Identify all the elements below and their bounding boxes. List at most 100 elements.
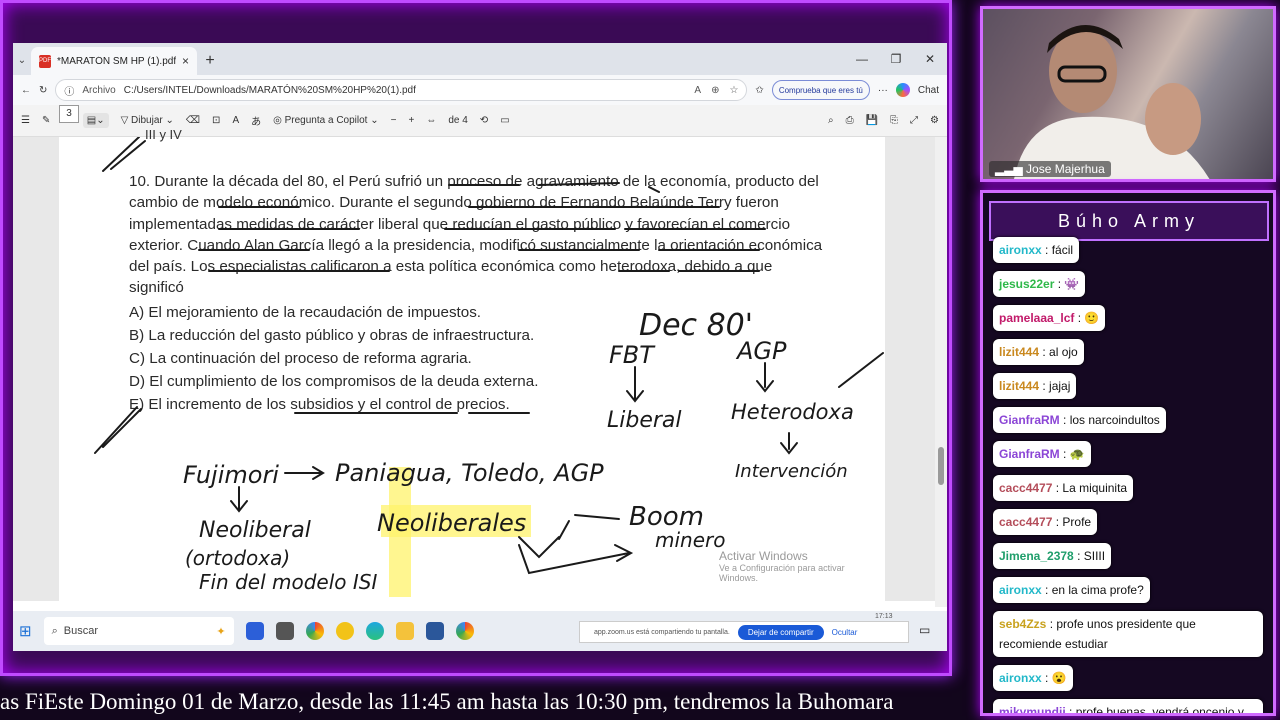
tab-pdf[interactable]: PDF *MARATÓN SM HP (1).pdf × (31, 47, 197, 75)
hw-agp: AGP (735, 337, 787, 365)
chat-username[interactable]: mikymundii (999, 705, 1066, 713)
app-icon-1[interactable] (245, 622, 264, 640)
favorite-icon[interactable]: ☆ (729, 85, 738, 96)
stop-share-button[interactable]: Dejar de compartir (737, 624, 824, 640)
chat-username[interactable]: GianfraRM (999, 447, 1060, 461)
tab-list-icon[interactable]: ⌄ (13, 45, 31, 75)
news-ticker: as FiEste Domingo 01 de Marzo, desde las… (0, 689, 894, 714)
tab-title: *MARATÓN SM HP (1).pdf (57, 55, 176, 67)
page-view-icon[interactable]: ▭ (500, 115, 509, 126)
favorites-icon[interactable]: ✩ (755, 85, 763, 96)
translate-icon[interactable]: あ (251, 113, 261, 128)
browser-tab-bar: ⌄ PDF *MARATÓN SM HP (1).pdf × + — ❐ ✕ (13, 43, 947, 75)
restore-icon[interactable]: ❐ (879, 52, 913, 66)
word-icon[interactable] (425, 622, 444, 640)
hide-button[interactable]: Ocultar (832, 628, 858, 637)
pdf-draw-icon[interactable]: ✎ (42, 115, 50, 126)
hw-ortodoxa: (ortodoxa) (185, 546, 290, 570)
chat-text: : 🙂 (1077, 311, 1100, 325)
profile-label: Comprueba que eres tú (778, 85, 863, 95)
chat-message: aironxx : en la cima profe? (993, 577, 1150, 603)
draw-button[interactable]: ▽ Dibujar ⌄ (121, 115, 174, 126)
zoom-icon[interactable]: ⊕ (711, 85, 719, 96)
chat-message-row: lizit444 : jajaj (993, 373, 1269, 407)
chat-username[interactable]: aironxx (999, 671, 1042, 685)
highlight-icon[interactable]: ▤⌄ (82, 113, 109, 128)
folder-icon[interactable] (395, 622, 414, 640)
settings-icon[interactable]: ⚙ (930, 115, 939, 126)
chat-username[interactable]: GianfraRM (999, 413, 1060, 427)
hw-dec: Dec 80' (639, 308, 753, 343)
chat-username[interactable]: seb4Zzs (999, 617, 1046, 631)
close-window-icon[interactable]: ✕ (913, 52, 947, 66)
refresh-icon[interactable]: ↻ (39, 85, 47, 96)
text-icon[interactable]: A (232, 115, 239, 126)
scrollbar-thumb[interactable] (938, 447, 944, 485)
notification-icon[interactable]: ▭ (919, 623, 930, 637)
chat-message-row: cacc4477 : La miquinita (993, 475, 1269, 509)
url-text[interactable]: C:/Users/INTEL/Downloads/MARATÓN%20SM%20… (124, 85, 416, 96)
chat-title: Búho Army (989, 201, 1269, 241)
text-box-icon[interactable]: ⊡ (212, 115, 220, 126)
chat-username[interactable]: cacc4477 (999, 515, 1052, 529)
expand-icon[interactable]: ⤢ (910, 115, 918, 126)
address-bar[interactable]: ⓘ Archivo C:/Users/INTEL/Downloads/MARAT… (55, 79, 748, 101)
chrome-icon[interactable] (305, 622, 324, 640)
new-tab-button[interactable]: + (197, 47, 223, 75)
zoom-in-icon[interactable]: + (408, 115, 414, 126)
chat-message-row: GianfraRM : los narcoindultos (993, 407, 1269, 441)
page-number-input[interactable]: 3 (59, 105, 79, 123)
back-icon[interactable]: ← (21, 85, 31, 96)
minimize-icon[interactable]: — (845, 52, 879, 66)
zoom-out-icon[interactable]: − (391, 115, 397, 126)
watermark-title: Activar Windows (719, 549, 808, 563)
chat-message-row: aironxx : fácil (993, 237, 1269, 271)
windows-start-icon[interactable]: ⊞ (19, 622, 32, 640)
rotate-icon[interactable]: ⟲ (480, 115, 488, 126)
chat-message: lizit444 : al ojo (993, 339, 1084, 365)
clock: 17:13 (875, 613, 893, 620)
info-icon[interactable]: ⓘ (64, 83, 74, 98)
chat-username[interactable]: aironxx (999, 583, 1042, 597)
vertical-scrollbar[interactable] (935, 137, 947, 607)
chat-username[interactable]: pamelaaa_lcf (999, 311, 1074, 325)
close-tab-icon[interactable]: × (182, 54, 189, 68)
edge-icon[interactable] (365, 622, 384, 640)
contents-icon[interactable]: ☰ (21, 115, 30, 126)
chat-text: : los narcoindultos (1063, 413, 1160, 427)
eraser-icon[interactable]: ⌫ (186, 115, 200, 126)
taskbar-search[interactable]: ⌕ Buscar ✦ (43, 617, 234, 645)
print-icon[interactable]: ⎙ (846, 115, 854, 126)
copilot-icon[interactable] (895, 83, 910, 97)
chrome-profile-icon[interactable] (455, 622, 474, 640)
copilot-button[interactable]: ◎ Pregunta a Copilot ⌄ (273, 115, 379, 126)
chat-username[interactable]: lizit444 (999, 345, 1039, 359)
read-aloud-icon[interactable]: A (694, 85, 701, 96)
search-icon: ⌕ (51, 624, 58, 637)
chat-username[interactable]: cacc4477 (999, 481, 1052, 495)
arrow-neoliberal (230, 486, 248, 513)
chat-message-row: aironxx : en la cima profe? (993, 577, 1269, 611)
app-icon-2[interactable] (275, 622, 294, 640)
chat-username[interactable]: lizit444 (999, 379, 1039, 393)
app-icon-3[interactable] (335, 622, 354, 640)
window-controls: — ❐ ✕ (845, 43, 947, 75)
chat-text: : 🐢 (1063, 447, 1085, 461)
chat-text: : Profe (1055, 515, 1092, 529)
webcam-feed: ▂▃▅ Jose Majerhua (980, 6, 1276, 182)
hw-fujimori: Fujimori (183, 461, 279, 489)
handwritten-annotations: Dec 80' FBT Liberal AGP Heterodoxa Inter… (94, 137, 884, 597)
chat-text: : 👾 (1057, 277, 1080, 291)
chat-message: pamelaaa_lcf : 🙂 (993, 305, 1106, 331)
chat-username[interactable]: jesus22er (999, 277, 1054, 291)
chat-username[interactable]: Jimena_2378 (999, 549, 1074, 563)
more-icon[interactable]: ··· (878, 85, 888, 96)
activation-watermark: Activar Windows Ve a Configuración para … (719, 549, 885, 583)
chat-username[interactable]: aironxx (999, 243, 1042, 257)
chat-label[interactable]: Chat (918, 85, 939, 96)
save-as-icon[interactable]: ⎘ (890, 115, 898, 126)
search-icon[interactable]: ⌕ (828, 115, 834, 126)
fit-page-icon[interactable]: ⇔ (426, 115, 436, 126)
save-icon[interactable]: 💾 (866, 115, 878, 126)
profile-button[interactable]: Comprueba que eres tú (771, 80, 870, 100)
